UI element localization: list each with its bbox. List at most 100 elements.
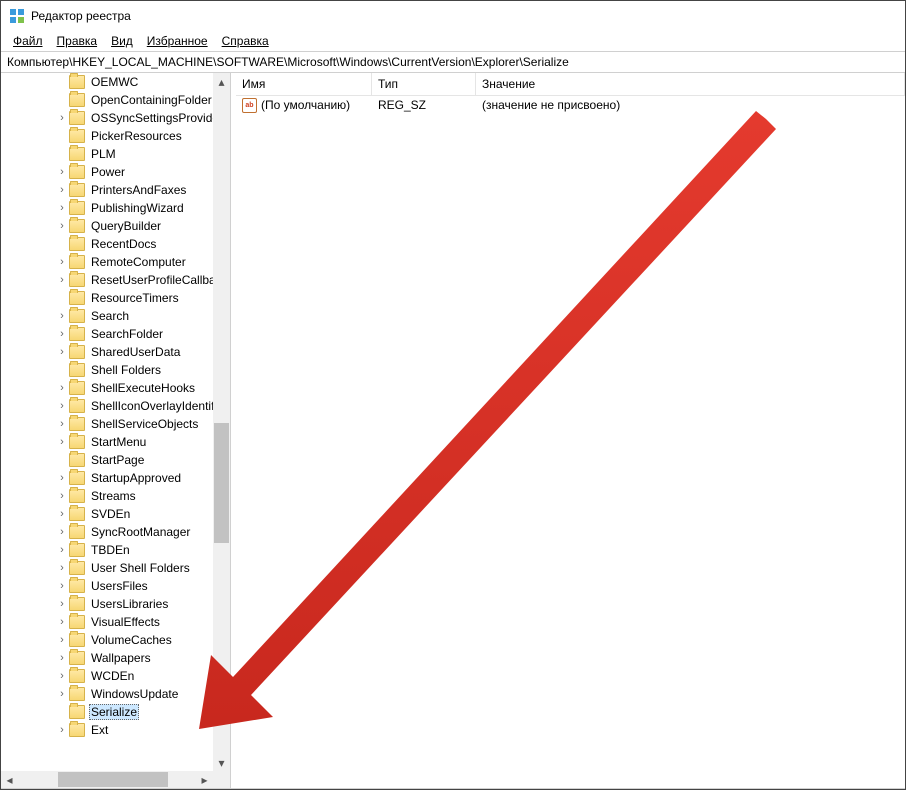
registry-tree[interactable]: ·OEMWC · OpenContainingFolder ›OSSyncSettin… bbox=[1, 73, 213, 771]
tree-node[interactable]: ›RemoteComputer bbox=[1, 253, 213, 271]
tree-node[interactable]: ›PrintersAndFaxes bbox=[1, 181, 213, 199]
expand-chevron-icon[interactable]: › bbox=[55, 489, 69, 503]
tree-vertical-scrollbar[interactable]: ▴ ▾ bbox=[213, 73, 230, 771]
column-type[interactable]: Тип bbox=[372, 73, 476, 95]
menu-edit[interactable]: Правка bbox=[51, 32, 104, 50]
folder-icon bbox=[69, 255, 85, 269]
expand-chevron-icon[interactable]: › bbox=[55, 309, 69, 323]
tree-node[interactable]: ›UsersFiles bbox=[1, 577, 213, 595]
expand-chevron-icon[interactable]: › bbox=[55, 255, 69, 269]
tree-node-label: StartMenu bbox=[89, 435, 148, 449]
tree-node[interactable]: ·Shell Folders bbox=[1, 361, 213, 379]
tree-node-label: OpenContainingFolder bbox=[89, 93, 213, 107]
values-list[interactable]: ab(По умолчанию)REG_SZ(значение не присв… bbox=[236, 96, 905, 788]
tree-node[interactable]: ›OSSyncSettingsProviders bbox=[1, 109, 213, 127]
tree-node[interactable]: ·OEMWC bbox=[1, 73, 213, 91]
expand-chevron-icon[interactable]: › bbox=[55, 219, 69, 233]
expand-chevron-icon[interactable]: › bbox=[55, 201, 69, 215]
tree-node[interactable]: ›Wallpapers bbox=[1, 649, 213, 667]
expand-chevron-icon[interactable]: › bbox=[55, 579, 69, 593]
tree-node[interactable]: ·ResourceTimers bbox=[1, 289, 213, 307]
tree-node[interactable]: ›QueryBuilder bbox=[1, 217, 213, 235]
tree-node[interactable]: ›ShellExecuteHooks bbox=[1, 379, 213, 397]
scroll-right-button[interactable]: ▸ bbox=[196, 771, 213, 788]
tree-node[interactable]: ·StartPage bbox=[1, 451, 213, 469]
menu-file[interactable]: Файл bbox=[7, 32, 49, 50]
expand-chevron-icon[interactable]: › bbox=[55, 399, 69, 413]
tree-node[interactable]: › Search bbox=[1, 307, 213, 325]
folder-icon bbox=[69, 309, 85, 323]
tree-node[interactable]: ·PLM bbox=[1, 145, 213, 163]
tree-node[interactable]: › StartMenu bbox=[1, 433, 213, 451]
expand-chevron-icon[interactable]: › bbox=[55, 381, 69, 395]
expand-chevron-icon[interactable]: › bbox=[55, 597, 69, 611]
expand-chevron-icon[interactable]: › bbox=[55, 417, 69, 431]
value-row[interactable]: ab(По умолчанию)REG_SZ(значение не присв… bbox=[236, 96, 905, 114]
expand-chevron-icon[interactable]: › bbox=[55, 543, 69, 557]
tree-node[interactable]: ›SVDEn bbox=[1, 505, 213, 523]
tree-node[interactable]: ·RecentDocs bbox=[1, 235, 213, 253]
tree-node[interactable]: ›ShellIconOverlayIdentifiers bbox=[1, 397, 213, 415]
tree-node[interactable]: ›VolumeCaches bbox=[1, 631, 213, 649]
tree-node[interactable]: ›Ext bbox=[1, 721, 213, 739]
expand-chevron-icon[interactable]: › bbox=[55, 615, 69, 629]
expand-chevron-icon[interactable]: › bbox=[55, 507, 69, 521]
tree-node[interactable]: ›TBDEn bbox=[1, 541, 213, 559]
expand-chevron-icon[interactable]: › bbox=[55, 273, 69, 287]
tree-node[interactable]: ›Power bbox=[1, 163, 213, 181]
expand-chevron-icon[interactable]: › bbox=[55, 633, 69, 647]
menu-view[interactable]: Вид bbox=[105, 32, 139, 50]
tree-node[interactable]: ›Streams bbox=[1, 487, 213, 505]
tree-node[interactable]: › StartupApproved bbox=[1, 469, 213, 487]
expand-chevron-icon[interactable]: › bbox=[55, 471, 69, 485]
folder-icon bbox=[69, 147, 85, 161]
expand-chevron-icon[interactable]: › bbox=[55, 435, 69, 449]
tree-node[interactable]: ›ResetUserProfileCallbacks bbox=[1, 271, 213, 289]
scroll-down-button[interactable]: ▾ bbox=[213, 754, 230, 771]
tree-node[interactable]: ›User Shell Folders bbox=[1, 559, 213, 577]
tree-leaf-spacer: · bbox=[55, 93, 69, 107]
tree-node-label: StartupApproved bbox=[89, 471, 183, 485]
tree-node[interactable]: ›SearchFolder bbox=[1, 325, 213, 343]
expand-chevron-icon[interactable]: › bbox=[55, 561, 69, 575]
expand-chevron-icon[interactable]: › bbox=[55, 345, 69, 359]
expand-chevron-icon[interactable]: › bbox=[55, 687, 69, 701]
tree-node[interactable]: · OpenContainingFolder bbox=[1, 91, 213, 109]
tree-node[interactable]: ·Serialize bbox=[1, 703, 213, 721]
tree-node[interactable]: ›PublishingWizard bbox=[1, 199, 213, 217]
tree-node[interactable]: ›WCDEn bbox=[1, 667, 213, 685]
tree-node[interactable]: ·PickerResources bbox=[1, 127, 213, 145]
app-icon bbox=[9, 8, 25, 24]
expand-chevron-icon[interactable]: › bbox=[55, 525, 69, 539]
hscroll-thumb[interactable] bbox=[58, 772, 168, 787]
tree-horizontal-scrollbar[interactable]: ◂ ▸ bbox=[1, 771, 213, 788]
expand-chevron-icon[interactable]: › bbox=[55, 669, 69, 683]
folder-icon bbox=[69, 129, 85, 143]
menu-favorites[interactable]: Избранное bbox=[141, 32, 214, 50]
menu-help[interactable]: Справка bbox=[216, 32, 275, 50]
expand-chevron-icon[interactable]: › bbox=[55, 183, 69, 197]
tree-node[interactable]: ›SyncRootManager bbox=[1, 523, 213, 541]
scroll-left-button[interactable]: ◂ bbox=[1, 771, 18, 788]
expand-chevron-icon[interactable]: › bbox=[55, 111, 69, 125]
folder-icon bbox=[69, 111, 85, 125]
scroll-thumb[interactable] bbox=[214, 423, 229, 543]
expand-chevron-icon[interactable]: › bbox=[55, 165, 69, 179]
tree-node-label: Shell Folders bbox=[89, 363, 163, 377]
address-bar[interactable]: Компьютер\HKEY_LOCAL_MACHINE\SOFTWARE\Mi… bbox=[1, 51, 905, 73]
expand-chevron-icon[interactable]: › bbox=[55, 723, 69, 737]
column-name[interactable]: Имя bbox=[236, 73, 372, 95]
folder-icon bbox=[69, 705, 85, 719]
tree-node[interactable]: ›SharedUserData bbox=[1, 343, 213, 361]
tree-node[interactable]: ›WindowsUpdate bbox=[1, 685, 213, 703]
tree-node[interactable]: ›VisualEffects bbox=[1, 613, 213, 631]
column-value[interactable]: Значение bbox=[476, 73, 905, 95]
tree-node[interactable]: ›ShellServiceObjects bbox=[1, 415, 213, 433]
tree-node-label: UsersLibraries bbox=[89, 597, 170, 611]
tree-node[interactable]: › UsersLibraries bbox=[1, 595, 213, 613]
scroll-up-button[interactable]: ▴ bbox=[213, 73, 230, 90]
tree-node-label: Search bbox=[89, 309, 131, 323]
expand-chevron-icon[interactable]: › bbox=[55, 327, 69, 341]
expand-chevron-icon[interactable]: › bbox=[55, 651, 69, 665]
folder-icon bbox=[69, 723, 85, 737]
